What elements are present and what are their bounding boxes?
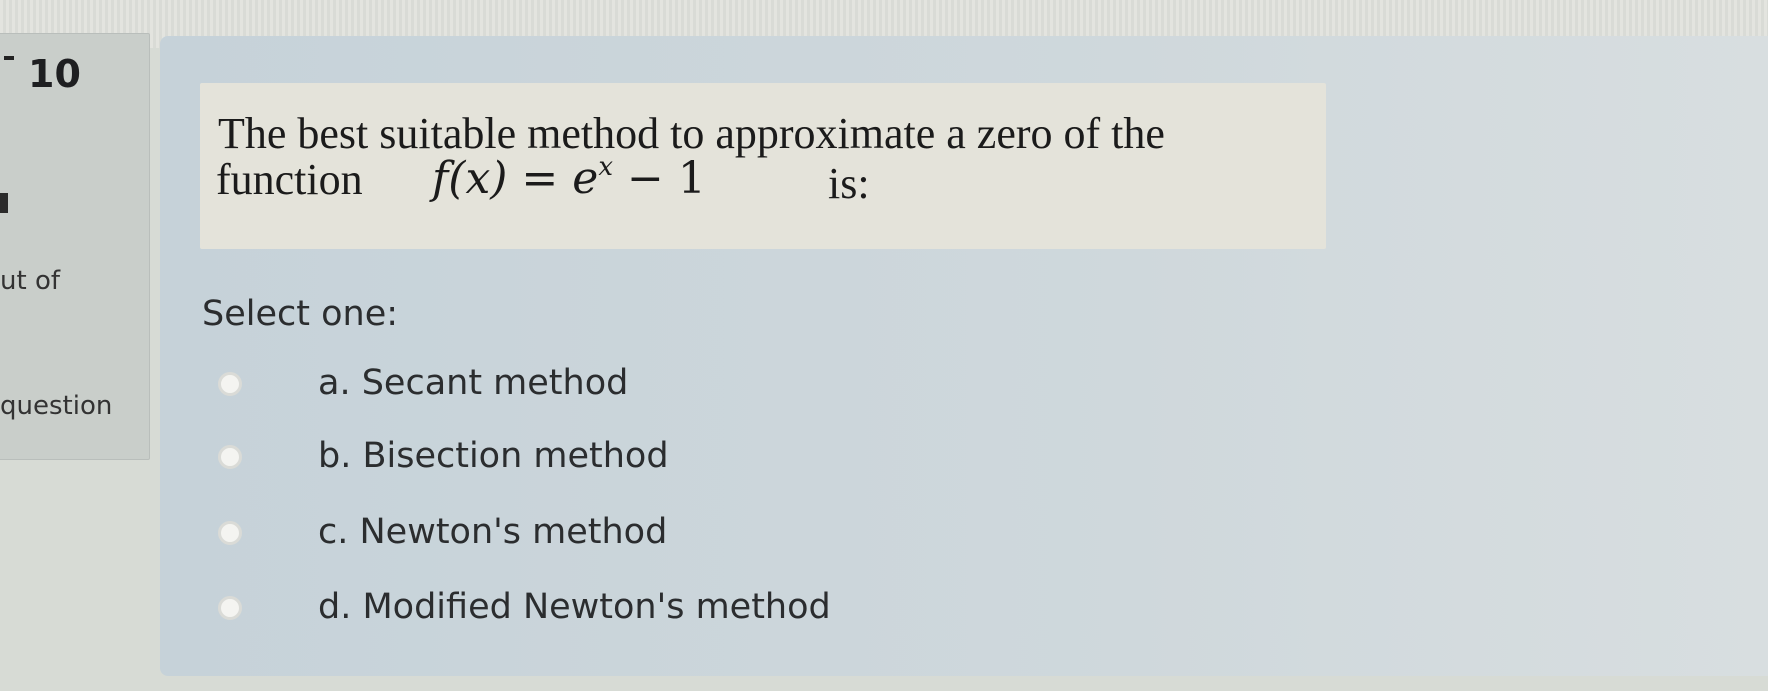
radio-button-c[interactable] bbox=[218, 521, 242, 545]
formula-exponent: x bbox=[598, 152, 613, 182]
marks-out-of-text: ut of bbox=[0, 266, 60, 296]
question-status-marker bbox=[0, 193, 8, 213]
answer-option-label[interactable]: c. Newton's method bbox=[318, 512, 667, 552]
question-text-function-word: function bbox=[216, 155, 363, 204]
answer-option-label[interactable]: a. Secant method bbox=[318, 363, 628, 403]
radio-button-d[interactable] bbox=[218, 596, 242, 620]
question-text-tail: is: bbox=[828, 159, 870, 208]
select-one-prompt: Select one: bbox=[202, 294, 399, 334]
formula-lhs: f(x) = e bbox=[432, 153, 599, 204]
answer-option-label[interactable]: d. Modified Newton's method bbox=[318, 587, 831, 627]
question-number: 10 bbox=[28, 52, 81, 96]
formula-rhs: − 1 bbox=[612, 153, 706, 204]
question-formula: f(x) = ex − 1 bbox=[432, 152, 706, 204]
radio-button-b[interactable] bbox=[218, 445, 242, 469]
answer-option-label[interactable]: b. Bisection method bbox=[318, 436, 669, 476]
question-number-prefix bbox=[4, 56, 14, 60]
radio-button-a[interactable] bbox=[218, 372, 242, 396]
flag-question-link[interactable]: question bbox=[0, 391, 112, 421]
